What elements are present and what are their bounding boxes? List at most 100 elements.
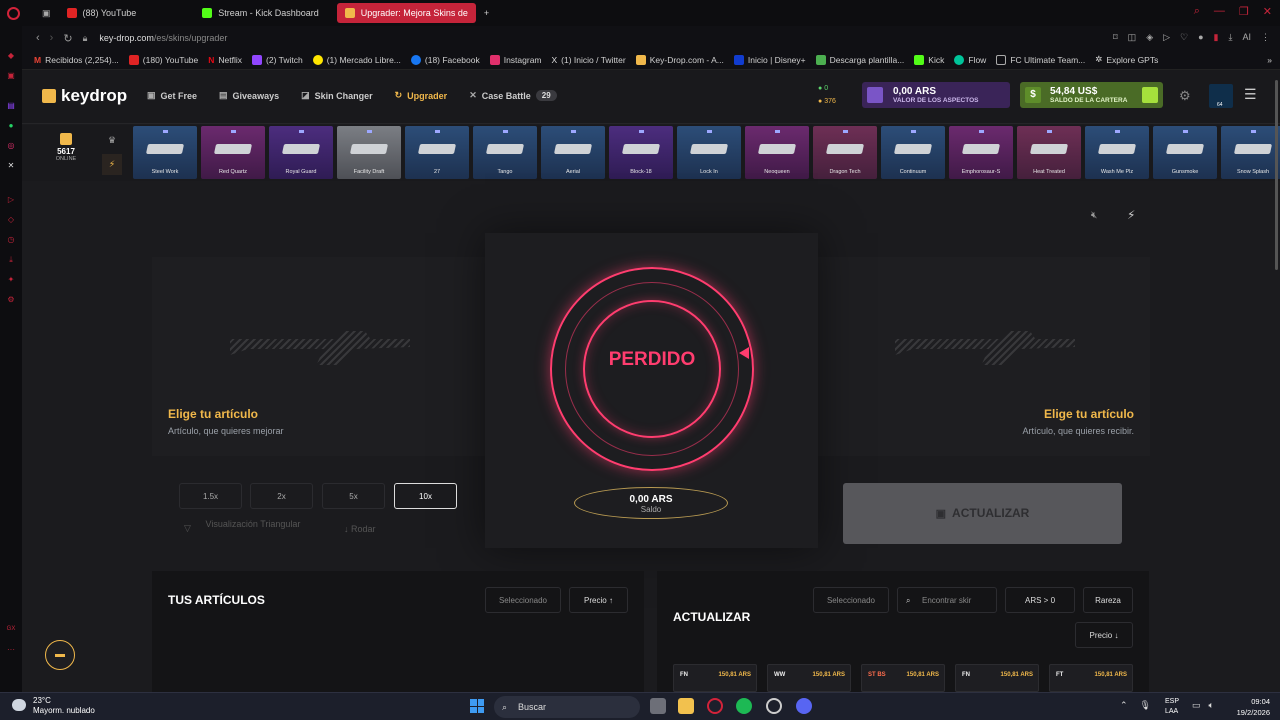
page-scrollbar[interactable] (1275, 80, 1278, 270)
clock[interactable]: 09:04 19/2/2026 (1237, 696, 1270, 718)
bookmark-kick[interactable]: Kick (914, 54, 944, 65)
bookmark-gmail[interactable]: M Recibidos (2,254)... (34, 55, 119, 65)
skin-card[interactable]: ST BS 150,81 ARS (861, 664, 945, 692)
mic-icon[interactable]: 🎙︎ (1140, 700, 1151, 711)
x-icon[interactable]: ✕ (6, 160, 17, 171)
send-icon[interactable]: ▷ (1163, 32, 1170, 43)
multiplier-2x[interactable]: 2x (250, 483, 313, 509)
roll-button[interactable]: ↓ Rodar (344, 524, 376, 534)
instagram-icon[interactable]: ◎ (6, 140, 17, 151)
wallet-box[interactable]: $ 54,84 US$ SALDO DE LA CARTERA (1020, 82, 1163, 108)
hamburger-menu-icon[interactable]: ☰ (1244, 86, 1257, 103)
drop-item[interactable]: Steel Work (133, 126, 197, 179)
extensions-icon[interactable]: ✦ (6, 274, 17, 285)
back-icon[interactable]: ‹ (36, 32, 40, 44)
chevron-up-icon[interactable]: ⌃ (1120, 700, 1128, 711)
multiplier-1-5x[interactable]: 1.5x (179, 483, 242, 509)
multiplier-5x[interactable]: 5x (322, 483, 385, 509)
menu-get-free[interactable]: ▣ Get Free (147, 90, 197, 101)
network-icon[interactable]: ▭ (1192, 700, 1201, 711)
more-icon[interactable]: ··· (6, 644, 17, 655)
menu-upgrader[interactable]: ↻ Upgrader (395, 90, 448, 101)
skins-value-box[interactable]: 0,00 ARS VALOR DE LOS ASPECTOS (862, 82, 1010, 108)
tab-youtube[interactable]: (88) YouTube (59, 3, 145, 23)
bag-icon[interactable]: ◆ (6, 50, 17, 61)
language-indicator[interactable]: ESP LAA (1165, 697, 1179, 717)
close-icon[interactable]: ✕ (1263, 5, 1272, 18)
skin-card[interactable]: FN 150,81 ARS (673, 664, 757, 692)
opera-gx-icon[interactable] (707, 698, 723, 714)
drop-item[interactable]: Gunsmoke (1153, 126, 1217, 179)
search-tabs-icon[interactable]: ⌕ (1194, 5, 1200, 18)
upgrade-items-selected-filter[interactable]: Seleccionado (813, 587, 889, 613)
ai-button[interactable]: AI (1242, 32, 1251, 43)
lightning-icon[interactable]: ⚡︎ (102, 154, 122, 175)
upgrade-button[interactable]: ▣ ACTUALIZAR (843, 483, 1122, 544)
bookmark-fcut[interactable]: FC Ultimate Team... (996, 54, 1085, 65)
volume-icon[interactable]: 🔈︎ (1209, 700, 1214, 711)
whatsapp-icon[interactable]: ● (6, 120, 17, 131)
bookmark-plantilla[interactable]: Descarga plantilla... (815, 54, 904, 65)
menu-case-battle[interactable]: ✕ Case Battle 29 (469, 90, 557, 101)
rarity-filter[interactable]: Rareza (1083, 587, 1133, 613)
camera-icon[interactable]: ◫ (1128, 32, 1137, 43)
taskbar-search[interactable]: ⌕ Buscar (494, 696, 640, 718)
keydrop-logo[interactable]: keydrop (42, 86, 127, 106)
target-item-panel[interactable]: Elige tu artículo Artículo, que quieres … (817, 257, 1150, 456)
drop-item[interactable]: Snow Splash (1221, 126, 1280, 179)
crown-icon[interactable]: ♛ (102, 130, 122, 151)
history-icon[interactable]: ◷ (6, 234, 17, 245)
cube-icon[interactable]: ◇ (6, 214, 17, 225)
bookmark-keydrop[interactable]: Key-Drop.com - A... (635, 54, 724, 65)
drop-item[interactable]: Aerial (541, 126, 605, 179)
url-field[interactable]: key-drop.com/es/skins/upgrader (99, 33, 227, 43)
skin-card[interactable]: WW 150,81 ARS (767, 664, 851, 692)
triangular-view-toggle[interactable]: ▽ Visualización Triangular (184, 518, 308, 533)
maximize-icon[interactable]: ❐ (1239, 5, 1249, 18)
task-view-icon[interactable] (650, 698, 666, 714)
drop-item[interactable]: 27 (405, 126, 469, 179)
bookmark-gpts[interactable]: ✲ Explore GPTs (1095, 54, 1158, 65)
your-items-sort[interactable]: Precio ↑ (569, 587, 628, 613)
opera-logo-icon[interactable] (7, 6, 20, 20)
bookmark-flow[interactable]: Flow (954, 54, 986, 65)
bookmark-facebook[interactable]: (18) Facebook (410, 54, 480, 65)
windows-start-icon[interactable] (470, 699, 484, 713)
multiplier-10x[interactable]: 10x (394, 483, 457, 509)
drop-item[interactable]: Heat Treated (1017, 126, 1081, 179)
bookmark-youtube[interactable]: (180) YouTube (128, 54, 198, 65)
coins-counter[interactable]: ● 0 ● 376 (818, 82, 836, 108)
app-icon[interactable]: ▣ (6, 70, 17, 81)
source-item-panel[interactable]: Elige tu artículo Artículo, que quieres … (152, 257, 486, 456)
bookmark-mercadolibre[interactable]: (1) Mercado Libre... (312, 54, 401, 65)
drop-item[interactable]: Red Quartz (201, 126, 265, 179)
drop-item[interactable]: Emphorosaur-S (949, 126, 1013, 179)
drop-item[interactable]: Lock In (677, 126, 741, 179)
bookmark-twitter[interactable]: X (1) Inicio / Twitter (552, 55, 626, 65)
drop-item[interactable]: Facility Draft (337, 126, 401, 179)
minimize-icon[interactable]: — (1214, 5, 1225, 18)
drop-item[interactable]: Dragon Tech (813, 126, 877, 179)
profile-icon[interactable]: ● (1198, 32, 1203, 43)
pin-icon[interactable]: ▮ (1214, 32, 1219, 43)
reload-icon[interactable]: ↻ (63, 32, 72, 45)
heart-icon[interactable]: ♡ (1180, 32, 1188, 43)
tab-kick[interactable]: Stream - Kick Dashboard (194, 3, 327, 23)
play-icon[interactable]: ▷ (6, 194, 17, 205)
twitch-icon[interactable]: ▤ (6, 100, 17, 111)
wallet-add-icon[interactable] (1142, 87, 1158, 103)
upgrade-items-sort[interactable]: Precio ↓ (1075, 622, 1133, 648)
your-items-selected-filter[interactable]: Seleccionado (485, 587, 561, 613)
drop-item[interactable]: Neoqueen (745, 126, 809, 179)
discord-icon[interactable] (796, 698, 812, 714)
file-explorer-icon[interactable] (678, 698, 694, 714)
bookmark-twitch[interactable]: (2) Twitch (252, 54, 303, 65)
mute-icon[interactable]: 🔇︎ (1091, 210, 1097, 221)
drop-item[interactable]: Continuum (881, 126, 945, 179)
shield-icon[interactable]: ◈ (1146, 32, 1153, 43)
tab-upgrader[interactable]: Upgrader: Mejora Skins de (336, 3, 476, 23)
skin-card[interactable]: FT 150,81 ARS (1049, 664, 1133, 692)
bookmarks-more-icon[interactable]: » (1267, 55, 1272, 65)
bookmark-disney[interactable]: Inicio | Disney+ (733, 54, 806, 65)
skin-card[interactable]: FN 150,81 ARS (955, 664, 1039, 692)
